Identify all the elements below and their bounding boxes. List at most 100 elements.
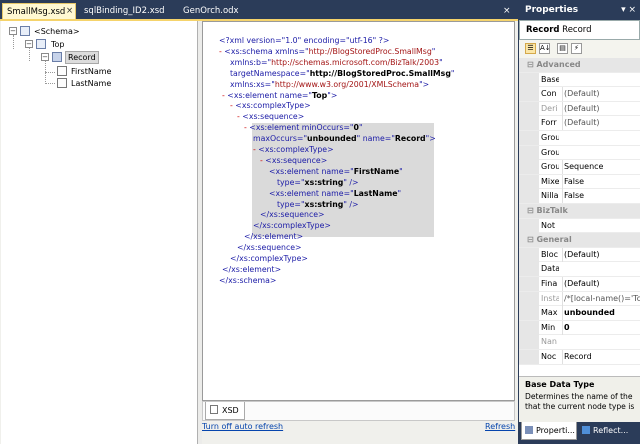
- tree-node-lastname[interactable]: LastName: [71, 78, 111, 89]
- tab-genorch-odx[interactable]: GenOrch.odx: [183, 3, 239, 19]
- property-row[interactable]: Not: [519, 218, 640, 234]
- row-margin: [519, 72, 539, 87]
- description-title: Base Data Type: [525, 380, 595, 389]
- row-margin: [519, 218, 539, 233]
- tab-properties[interactable]: Properti...: [521, 422, 577, 440]
- xml-token: targetNamespace=": [230, 68, 310, 78]
- row-margin: [519, 277, 539, 291]
- categorized-icon[interactable]: ☰: [525, 43, 536, 54]
- property-row[interactable]: Fina (Default): [519, 277, 640, 292]
- tree-node-schema[interactable]: <Schema>: [34, 26, 80, 37]
- xml-token: ": [399, 166, 403, 176]
- tab-label: sqlBinding_ID2.xsd: [84, 6, 165, 16]
- property-row[interactable]: Grou: [519, 131, 640, 146]
- property-category[interactable]: ⊟ General: [519, 233, 640, 248]
- collapse-record-icon[interactable]: −: [41, 53, 49, 61]
- property-name: Deri: [541, 103, 558, 113]
- tab-reflector[interactable]: Reflect...: [579, 422, 628, 440]
- property-row[interactable]: Mixe False: [519, 174, 640, 190]
- window-options-icon[interactable]: ▾ ×: [621, 0, 636, 20]
- object-name: Record: [526, 25, 560, 35]
- tab-xsd[interactable]: XSD: [205, 402, 245, 420]
- properties-title: Properties: [525, 5, 579, 15]
- properties-title-bar: Properties ▾ ×: [519, 0, 640, 20]
- property-row[interactable]: Data: [519, 262, 640, 277]
- xml-line: </xs:sequence>: [260, 210, 325, 220]
- row-margin: [519, 101, 539, 116]
- object-selector[interactable]: Record Record: [519, 20, 640, 40]
- xml-token: <xs:element name=": [227, 90, 312, 100]
- property-row[interactable]: Grou Sequence: [519, 160, 640, 175]
- property-value[interactable]: (Default): [562, 101, 640, 116]
- property-row[interactable]: Nilla False: [519, 189, 640, 204]
- view-tab-bar: XSD: [202, 401, 515, 421]
- xml-token: LastName: [353, 188, 398, 198]
- property-value[interactable]: Sequence: [562, 160, 640, 175]
- xml-token: ": [397, 188, 402, 198]
- property-name: Data: [541, 264, 559, 274]
- close-document-icon[interactable]: ×: [503, 3, 511, 19]
- xml-token: <xs:complexType>: [258, 145, 334, 154]
- property-row[interactable]: Noc Record: [519, 350, 640, 365]
- property-value[interactable]: (Default): [562, 87, 640, 102]
- tab-reflector-label: Reflect...: [593, 426, 629, 435]
- tree-node-record[interactable]: Record: [65, 51, 99, 64]
- tab-smallmsg-xsd[interactable]: SmallMsg.xsd: [2, 3, 76, 19]
- category-label: ⊟ BizTalk: [527, 206, 568, 215]
- tab-sqlbinding-xsd[interactable]: sqlBinding_ID2.xsd: [84, 3, 165, 19]
- xml-token: </xs:schema>: [219, 275, 277, 285]
- property-value[interactable]: 0: [562, 320, 640, 335]
- xml-line: - <xs:sequence>: [260, 156, 327, 166]
- property-row[interactable]: Max unbounded: [519, 306, 640, 321]
- property-value[interactable]: unbounded: [562, 306, 640, 321]
- collapse-schema-icon[interactable]: −: [9, 27, 17, 35]
- property-category[interactable]: ⊟ Advanced: [519, 58, 640, 73]
- property-row[interactable]: Con (Default): [519, 87, 640, 102]
- tree-node-top[interactable]: Top: [51, 39, 65, 50]
- property-row[interactable]: Min 0: [519, 320, 640, 336]
- tree-node-firstname[interactable]: FirstName: [71, 66, 111, 77]
- xml-line: - <xs:schema xmlns="http://BlogStoredPro…: [219, 47, 435, 57]
- refresh-link[interactable]: Refresh: [485, 422, 515, 431]
- xml-line: maxOccurs="unbounded" name="Record">: [253, 134, 436, 144]
- tool-window-tabs: Properti... Reflect...: [519, 422, 640, 444]
- property-value[interactable]: (Default): [562, 247, 640, 262]
- row-margin: [519, 320, 539, 335]
- property-value[interactable]: Record: [562, 350, 640, 364]
- property-value[interactable]: False: [562, 174, 640, 189]
- schema-editor: − <Schema> − Top − Record FirstName Last…: [0, 21, 518, 444]
- xml-source-view[interactable]: <?xml version="1.0" encoding="utf-16" ?>…: [202, 21, 515, 401]
- property-pages-icon[interactable]: ▤: [557, 43, 568, 54]
- property-row[interactable]: Insta/*[local-name()='To: [519, 291, 640, 307]
- property-row[interactable]: Deri (Default): [519, 101, 640, 117]
- events-icon[interactable]: ⚡: [571, 43, 582, 54]
- collapse-top-icon[interactable]: −: [25, 40, 33, 48]
- row-margin: [519, 291, 539, 306]
- property-value[interactable]: False: [562, 189, 640, 204]
- xml-token: <xs:element minOccurs=": [249, 123, 354, 133]
- property-row[interactable]: Base: [519, 72, 640, 88]
- xml-token: type=": [277, 177, 305, 187]
- property-value[interactable]: (Default): [562, 277, 640, 291]
- turn-off-auto-refresh-link[interactable]: Turn off auto refresh: [202, 422, 283, 431]
- property-value[interactable]: /*[local-name()='To: [562, 291, 640, 306]
- xml-token: ">: [425, 134, 436, 144]
- xml-token: <xs:complexType>: [235, 101, 311, 111]
- tab-xsd-label: XSD: [222, 406, 239, 415]
- xml-token: <xs:sequence>: [265, 155, 328, 165]
- property-row[interactable]: Grou: [519, 145, 640, 161]
- category-label: ⊟ Advanced: [527, 60, 581, 69]
- property-name: Insta: [541, 293, 559, 303]
- row-margin: [519, 247, 539, 262]
- property-row[interactable]: Forr (Default): [519, 116, 640, 131]
- property-row[interactable]: Nan: [519, 335, 640, 350]
- xml-line: </xs:element>: [244, 232, 303, 242]
- property-row[interactable]: Bloc (Default): [519, 247, 640, 263]
- record-node-icon: [52, 52, 62, 62]
- property-category[interactable]: ⊟ BizTalk: [519, 204, 640, 219]
- property-value[interactable]: (Default): [562, 116, 640, 131]
- alphabetical-icon[interactable]: A↓: [539, 43, 551, 54]
- property-name: Nan: [541, 337, 557, 347]
- tab-close-icon[interactable]: ×: [66, 3, 73, 19]
- row-margin: [519, 350, 539, 364]
